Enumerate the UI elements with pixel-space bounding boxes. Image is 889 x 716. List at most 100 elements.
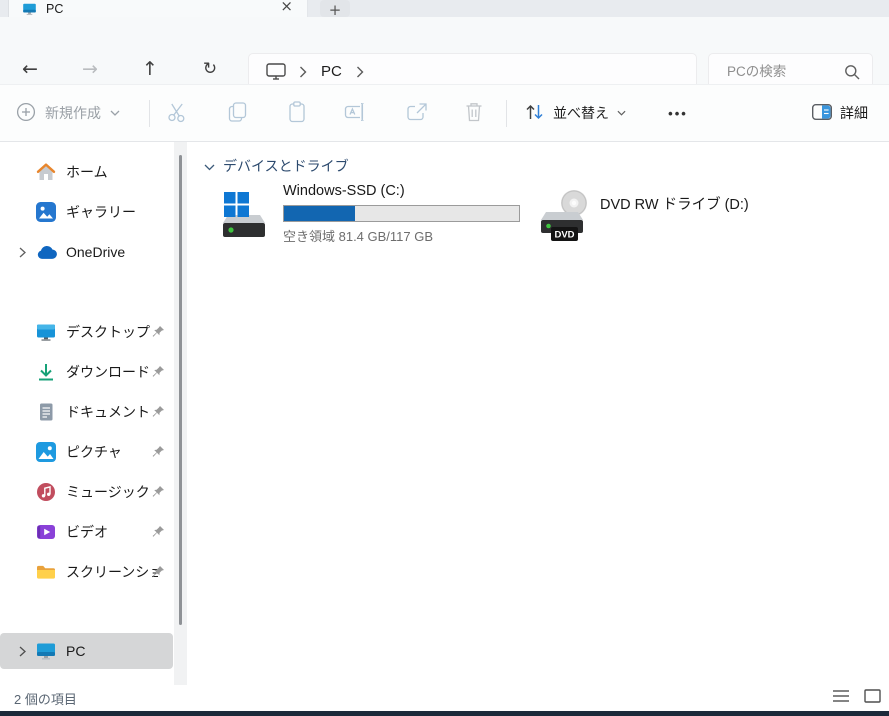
- navigation-bar: ← → ↑ ↻ PC: [0, 17, 889, 84]
- tab-close-button[interactable]: ×: [280, 0, 293, 15]
- window-bottom-edge: [0, 711, 889, 716]
- pin-icon: [152, 525, 165, 538]
- toolbar-divider: [149, 100, 150, 127]
- sidebar-item-screenshots[interactable]: スクリーンショッ: [0, 552, 173, 592]
- view-large-icons-button[interactable]: [864, 689, 881, 708]
- sidebar-item-label: スクリーンショッ: [66, 562, 158, 582]
- search-icon: [844, 64, 860, 80]
- details-pane-button[interactable]: 詳細: [812, 85, 868, 141]
- details-pane-icon: [812, 104, 832, 123]
- breadcrumb-item-pc[interactable]: PC: [321, 63, 342, 80]
- new-tab-button[interactable]: +: [320, 0, 350, 17]
- back-button[interactable]: ←: [12, 51, 48, 87]
- sidebar-item-documents[interactable]: ドキュメント: [0, 392, 173, 432]
- drive-tile-d[interactable]: DVD DVD RW ドライブ (D:): [534, 180, 796, 248]
- file-explorer-window: PC × + ← → ↑ ↻ PC: [0, 0, 889, 716]
- chevron-right-icon[interactable]: [356, 66, 364, 78]
- chevron-down-icon[interactable]: [204, 158, 215, 174]
- folder-icon: [36, 562, 57, 582]
- content-area: ホーム ギャラリー OneDrive: [0, 142, 889, 685]
- pc-icon: [266, 63, 286, 80]
- pin-icon: [152, 325, 165, 338]
- chevron-right-icon[interactable]: [299, 66, 307, 78]
- chevron-expand-icon[interactable]: [8, 247, 36, 258]
- status-bar: 2 個の項目: [0, 685, 889, 711]
- sidebar-item-label: PC: [66, 643, 85, 659]
- sidebar-section-gap: [0, 592, 173, 633]
- sidebar-item-gallery[interactable]: ギャラリー: [0, 192, 173, 232]
- sidebar-section-gap: [0, 272, 173, 312]
- disk-usage-bar-fill: [284, 206, 355, 221]
- drive-name: DVD RW ドライブ (D:): [600, 193, 749, 214]
- sidebar-item-pc[interactable]: PC: [0, 633, 173, 669]
- sidebar-item-downloads[interactable]: ダウンロード: [0, 352, 173, 392]
- documents-icon: [36, 402, 57, 422]
- copy-button[interactable]: [221, 98, 253, 130]
- circle-plus-icon: [16, 102, 36, 125]
- tab-label: PC: [46, 2, 63, 16]
- sidebar-item-label: ドキュメント: [66, 402, 150, 422]
- sidebar-item-videos[interactable]: ビデオ: [0, 512, 173, 552]
- share-button[interactable]: [401, 98, 433, 130]
- clipboard-icon: [287, 101, 307, 128]
- chevron-down-icon: [110, 110, 120, 116]
- videos-icon: [36, 522, 57, 542]
- sidebar-item-pictures[interactable]: ピクチャ: [0, 432, 173, 472]
- sidebar-item-label: ギャラリー: [66, 202, 136, 222]
- cut-button[interactable]: [161, 98, 193, 130]
- music-icon: [36, 482, 57, 502]
- sidebar-item-label: OneDrive: [66, 244, 125, 260]
- sidebar-item-label: ダウンロード: [66, 362, 150, 382]
- folder-view: デバイスとドライブ Windows-SSD (C:) 空き領域 81.4 GB/…: [187, 142, 889, 685]
- refresh-button[interactable]: ↻: [192, 51, 228, 87]
- sidebar-item-music[interactable]: ミュージック: [0, 472, 173, 512]
- pin-icon: [152, 405, 165, 418]
- forward-button[interactable]: →: [72, 51, 108, 87]
- pc-icon: [22, 2, 37, 16]
- group-header-label: デバイスとドライブ: [223, 156, 349, 176]
- group-header-devices-and-drives[interactable]: デバイスとドライブ: [204, 156, 349, 176]
- navigation-pane: ホーム ギャラリー OneDrive: [0, 142, 173, 685]
- chevron-down-icon: [617, 110, 626, 116]
- paste-button[interactable]: [281, 98, 313, 130]
- pin-icon: [152, 565, 165, 578]
- sidebar-item-label: ピクチャ: [66, 442, 122, 462]
- sidebar-item-label: ホーム: [66, 162, 108, 182]
- view-list-button[interactable]: [832, 689, 850, 708]
- share-icon: [406, 102, 428, 127]
- sort-button-label: 並べ替え: [553, 103, 609, 123]
- new-button[interactable]: 新規作成: [16, 85, 120, 141]
- items-count: 2 個の項目: [14, 689, 77, 708]
- gallery-icon: [36, 202, 57, 222]
- sidebar-item-label: ミュージック: [66, 482, 150, 502]
- command-toolbar: 新規作成: [0, 84, 889, 142]
- pin-icon: [152, 445, 165, 458]
- toolbar-divider: [506, 100, 507, 127]
- rename-button[interactable]: [339, 98, 371, 130]
- pin-icon: [152, 485, 165, 498]
- up-button[interactable]: ↑: [132, 51, 168, 87]
- more-options-button[interactable]: •••: [656, 85, 700, 141]
- tab-bar: PC × +: [0, 0, 889, 17]
- sidebar-item-home[interactable]: ホーム: [0, 152, 173, 192]
- sidebar-item-onedrive[interactable]: OneDrive: [0, 232, 173, 272]
- chevron-expand-icon[interactable]: [8, 646, 36, 657]
- search-input[interactable]: [727, 64, 838, 79]
- sidebar-item-label: ビデオ: [66, 522, 108, 542]
- tab-pc[interactable]: PC ×: [8, 0, 308, 17]
- sort-button[interactable]: 並べ替え: [524, 85, 626, 141]
- scrollbar-thumb[interactable]: [179, 155, 182, 625]
- new-button-label: 新規作成: [45, 103, 101, 123]
- desktop-icon: [36, 322, 57, 342]
- rename-icon: [344, 102, 367, 127]
- drive-tile-c[interactable]: Windows-SSD (C:) 空き領域 81.4 GB/117 GB: [210, 180, 532, 248]
- drive-name: Windows-SSD (C:): [283, 183, 405, 199]
- copy-icon: [227, 101, 248, 128]
- sidebar-scrollbar[interactable]: [174, 142, 187, 685]
- delete-button[interactable]: [458, 98, 490, 130]
- pictures-icon: [36, 442, 57, 462]
- onedrive-icon: [36, 245, 57, 260]
- pc-icon: [36, 641, 57, 661]
- downloads-icon: [36, 362, 57, 382]
- sidebar-item-desktop[interactable]: デスクトップ: [0, 312, 173, 352]
